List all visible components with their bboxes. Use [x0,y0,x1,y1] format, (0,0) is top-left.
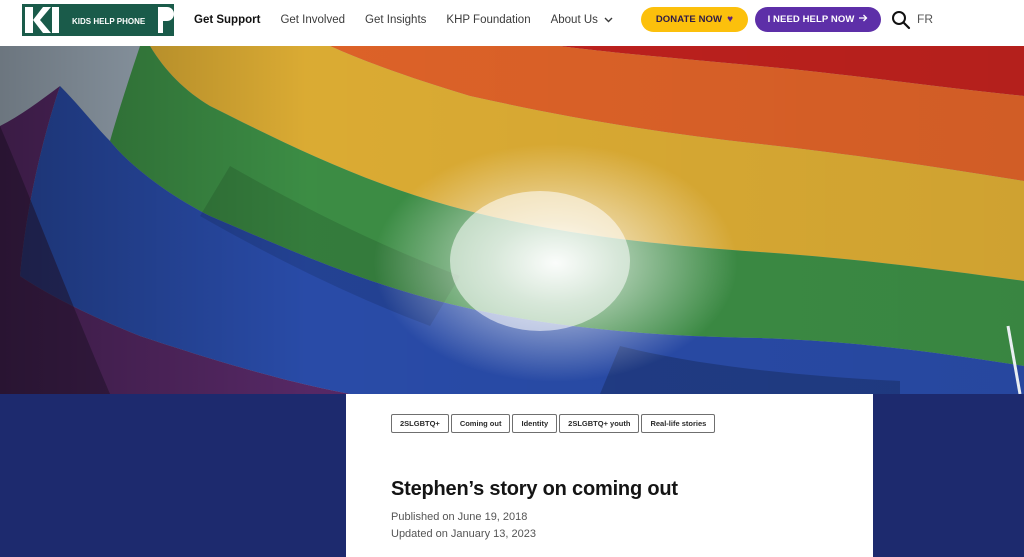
nav-get-support[interactable]: Get Support [194,14,260,26]
published-date: Published on June 19, 2018 [391,511,528,523]
tag-identity[interactable]: Identity [512,414,558,433]
chevron-down-icon [604,14,613,26]
nav-get-insights[interactable]: Get Insights [365,14,426,26]
kids-help-phone-logo[interactable]: KIDS HELP PHONE [22,4,174,36]
nav-get-support-label: Get Support [194,14,261,26]
updated-date: Updated on January 13, 2023 [391,528,536,540]
i-need-help-now-button[interactable]: I NEED HELP NOW [755,7,881,32]
nav-get-involved[interactable]: Get Involved [280,14,345,26]
nav-about-us-label: About Us [550,14,598,26]
tag-2slgbtq[interactable]: 2SLGBTQ+ [391,414,449,433]
nav-about-us[interactable]: About Us [551,14,613,26]
nav-get-insights-label: Get Insights [365,14,427,26]
hero-image-rainbow-flag [0,46,1024,394]
nav-get-involved-label: Get Involved [280,14,346,26]
tag-real-life-stories[interactable]: Real-life stories [641,414,716,433]
nav-khp-foundation[interactable]: KHP Foundation [446,14,530,26]
nav-khp-foundation-label: KHP Foundation [446,14,531,26]
donate-now-label: DONATE NOW [655,14,723,25]
main-nav: Get Support Get Involved Get Insights KH… [194,0,633,40]
tag-coming-out[interactable]: Coming out [450,414,511,433]
logo-subtext: KIDS HELP PHONE [72,17,146,26]
tag-list: 2SLGBTQ+ Coming out Identity 2SLGBTQ+ yo… [391,414,717,433]
article-title: Stephen’s story on coming out [391,478,678,500]
search-icon[interactable] [891,10,911,30]
site-header: KIDS HELP PHONE Get Support Get Involved… [0,0,1024,46]
heart-icon: ♥ [727,14,734,25]
language-toggle-fr[interactable]: FR [917,12,933,26]
donate-now-button[interactable]: DONATE NOW ♥ [641,7,748,32]
arrow-right-icon [859,14,868,25]
article-card: 2SLGBTQ+ Coming out Identity 2SLGBTQ+ yo… [346,394,873,557]
tag-2slgbtq-youth[interactable]: 2SLGBTQ+ youth [559,414,640,433]
i-need-help-now-label: I NEED HELP NOW [767,14,855,25]
